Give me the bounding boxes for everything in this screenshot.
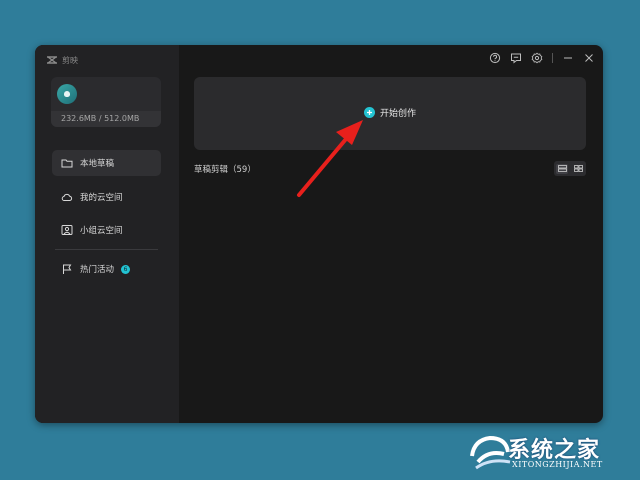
sidebar: 剪映 232.6MB / 512.0MB 本地草稿 我的云空间 小组云空间 热门… — [35, 45, 179, 423]
team-icon — [61, 225, 73, 235]
sidebar-item-my-cloud[interactable]: 我的云空间 — [52, 184, 161, 210]
close-icon[interactable] — [583, 52, 595, 64]
minimize-icon[interactable] — [562, 52, 574, 64]
watermark-logo-icon — [470, 435, 511, 470]
watermark: 系统之家 XITONGZHIJIA.NET — [468, 430, 638, 478]
sidebar-item-label: 热门活动 — [80, 265, 115, 275]
storage-usage: 232.6MB / 512.0MB — [51, 111, 161, 127]
drafts-section-title: 草稿剪辑（59） — [194, 165, 256, 175]
grid-view-icon — [573, 165, 583, 172]
list-view-icon — [557, 165, 567, 172]
grid-view-button[interactable] — [572, 164, 584, 174]
list-view-button[interactable] — [556, 163, 568, 174]
app-window: 剪映 232.6MB / 512.0MB 本地草稿 我的云空间 小组云空间 热门… — [35, 45, 603, 423]
toolbar-separator — [552, 53, 553, 63]
start-creation-label: 开始创作 — [380, 109, 417, 119]
plus-icon — [364, 107, 375, 118]
sidebar-item-local-drafts[interactable]: 本地草稿 — [52, 150, 161, 176]
app-title-text: 剪映 — [62, 55, 78, 65]
user-card[interactable]: 232.6MB / 512.0MB — [51, 77, 161, 127]
sidebar-item-hot-events[interactable]: 热门活动 6 — [52, 256, 161, 282]
start-creation-card[interactable]: 开始创作 — [194, 77, 586, 150]
app-title: 剪映 — [46, 53, 78, 67]
cloud-icon — [61, 193, 73, 201]
notification-badge: 6 — [121, 264, 131, 274]
view-toggle — [554, 161, 586, 176]
sidebar-item-label: 我的云空间 — [80, 193, 123, 203]
sidebar-item-label: 本地草稿 — [80, 159, 115, 169]
help-icon[interactable] — [489, 52, 501, 64]
avatar[interactable] — [57, 84, 77, 104]
sidebar-item-label: 小组云空间 — [80, 226, 123, 236]
window-toolbar — [489, 51, 595, 65]
flag-icon — [63, 264, 72, 274]
jianying-logo-icon — [47, 56, 57, 64]
watermark-url: XITONGZHIJIA.NET — [512, 460, 603, 469]
start-creation-button[interactable]: 开始创作 — [364, 106, 416, 119]
nav-divider — [55, 249, 158, 250]
settings-icon[interactable] — [531, 52, 543, 64]
feedback-icon[interactable] — [510, 52, 522, 64]
sidebar-item-team-cloud[interactable]: 小组云空间 — [52, 217, 161, 243]
folder-icon — [61, 159, 73, 168]
